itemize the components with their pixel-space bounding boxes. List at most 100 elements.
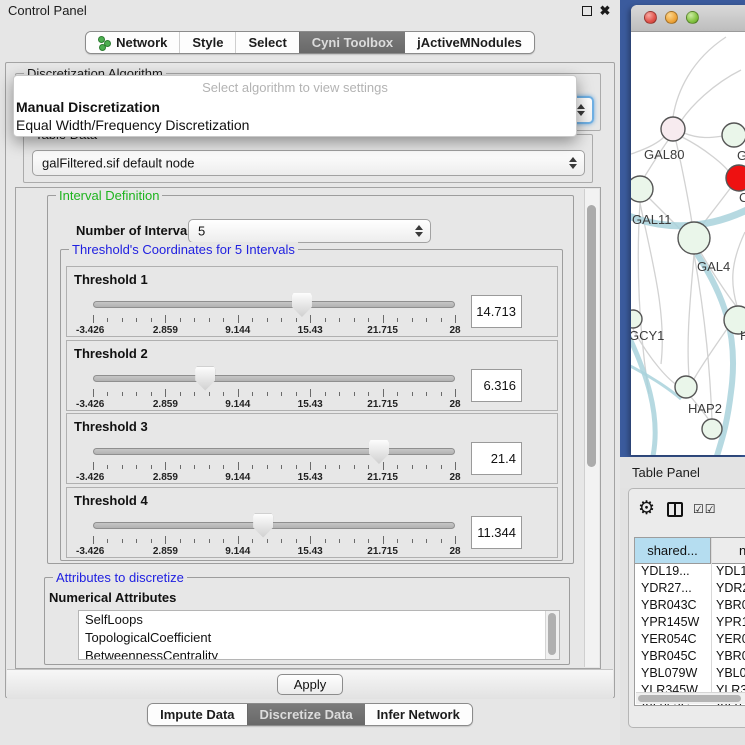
tab-infer-network[interactable]: Infer Network xyxy=(365,704,472,725)
cell-shared-name: YBR045C xyxy=(641,648,697,665)
tick xyxy=(252,318,253,322)
threshold-slider[interactable]: -3.4262.8599.14415.4321.71528 xyxy=(93,442,455,484)
tick xyxy=(93,315,94,323)
interval-definition-group: Interval Definition Number of Intervals … xyxy=(47,195,574,564)
panel-vertical-scrollbar[interactable] xyxy=(584,189,599,667)
tab-label: Network xyxy=(116,35,167,50)
column-header-shared-name[interactable]: shared... xyxy=(635,538,711,563)
scrollbar-thumb[interactable] xyxy=(587,205,596,467)
scrollbar-thumb[interactable] xyxy=(548,613,556,655)
scrollbar-thumb[interactable] xyxy=(638,695,741,702)
threshold-slider[interactable]: -3.4262.8599.14415.4321.71528 xyxy=(93,295,455,337)
network-node-label: GAL80 xyxy=(644,147,684,162)
tick xyxy=(368,392,369,396)
table-row[interactable]: YBR043CYBR0 xyxy=(635,597,745,614)
tick xyxy=(296,392,297,396)
scale-label: 2.859 xyxy=(153,546,178,557)
attributes-list-scrollbar[interactable] xyxy=(545,611,559,659)
tab-impute-data[interactable]: Impute Data xyxy=(148,704,246,725)
threshold-value-field[interactable]: 6.316 xyxy=(471,369,522,402)
close-window-button[interactable]: ✖ xyxy=(598,4,612,18)
slider-thumb[interactable] xyxy=(369,440,389,464)
algorithm-option-equal-width[interactable]: Equal Width/Frequency Discretization xyxy=(14,116,576,134)
threshold-slider[interactable]: -3.4262.8599.14415.4321.71528 xyxy=(93,369,455,411)
attributes-group: Attributes to discretize Numerical Attri… xyxy=(44,577,570,665)
tick xyxy=(267,465,268,469)
tick xyxy=(339,465,340,469)
column-header-name[interactable]: n xyxy=(712,538,745,563)
table-data-group: Table Data galFiltered.sif default node xyxy=(23,134,593,183)
network-node-label: HAP2 xyxy=(688,401,722,416)
network-node-c[interactable] xyxy=(726,165,745,191)
network-view-window: GAL80GCGAL11GAL4GCY1HHAP2 xyxy=(631,5,745,455)
tick xyxy=(107,539,108,543)
tick xyxy=(354,392,355,396)
scale-label: 28 xyxy=(449,546,460,557)
table-data-combobox[interactable]: galFiltered.sif default node xyxy=(32,150,585,176)
network-canvas[interactable]: GAL80GCGAL11GAL4GCY1HHAP2 xyxy=(631,32,745,455)
tick xyxy=(354,539,355,543)
float-window-button[interactable] xyxy=(580,4,594,18)
tab-jactivemnodules[interactable]: jActiveMNodules xyxy=(405,32,534,53)
attribute-item-topologicalcoefficient[interactable]: TopologicalCoefficient xyxy=(79,629,559,647)
select-columns-icon[interactable]: ☑☑ xyxy=(693,502,717,516)
tick xyxy=(107,465,108,469)
numerical-attributes-list[interactable]: SelfLoopsTopologicalCoefficientBetweenne… xyxy=(78,610,560,660)
tick xyxy=(209,539,210,543)
tab-style[interactable]: Style xyxy=(179,32,235,53)
attribute-item-betweennesscentrality[interactable]: BetweennessCentrality xyxy=(79,647,559,660)
slider-track xyxy=(93,301,455,308)
network-node[interactable] xyxy=(702,419,722,439)
table-row[interactable]: YER054CYER0 xyxy=(635,631,745,648)
column-layout-icon[interactable] xyxy=(667,502,683,517)
threshold-row-3: Threshold 3 -3.4262.8599.14415.4321.7152… xyxy=(66,413,558,484)
network-node-label: GCY1 xyxy=(631,328,664,343)
tab-cyni-toolbox[interactable]: Cyni Toolbox xyxy=(299,32,405,53)
network-window-titlebar xyxy=(631,5,745,32)
algorithm-option-manual[interactable]: Manual Discretization xyxy=(14,98,576,116)
control-panel-title: Control Panel xyxy=(8,3,87,18)
threshold-value-field[interactable]: 21.4 xyxy=(471,442,522,475)
network-node-label: GAL4 xyxy=(697,259,730,274)
tick xyxy=(223,539,224,543)
slider-thumb[interactable] xyxy=(253,514,273,538)
table-row[interactable]: YDL19...YDL1 xyxy=(635,563,745,580)
table-row[interactable]: YDR27...YDR2 xyxy=(635,580,745,597)
threshold-value-field[interactable]: 14.713 xyxy=(471,295,522,328)
attribute-item-selfloops[interactable]: SelfLoops xyxy=(79,611,559,629)
cell-shared-name: YPR145W xyxy=(641,614,699,631)
slider-thumb[interactable] xyxy=(292,293,312,317)
network-node-hap2[interactable] xyxy=(675,376,697,398)
tick xyxy=(281,392,282,396)
node-table[interactable]: shared... n YDL19...YDL1YDR27...YDR2YBR0… xyxy=(634,537,745,706)
tick xyxy=(122,465,123,469)
zoom-traffic-light-icon[interactable] xyxy=(686,11,699,24)
network-node-g[interactable] xyxy=(722,123,745,147)
tab-network[interactable]: Network xyxy=(86,32,179,53)
table-row[interactable]: YPR145WYPR1 xyxy=(635,614,745,631)
tab-select[interactable]: Select xyxy=(235,32,298,53)
tick xyxy=(310,389,311,397)
apply-button[interactable]: Apply xyxy=(277,674,343,695)
threshold-slider[interactable]: -3.4262.8599.14415.4321.71528 xyxy=(93,516,455,558)
tab-discretize-data[interactable]: Discretize Data xyxy=(247,704,365,725)
gear-icon[interactable]: ⚙ xyxy=(638,497,655,520)
slider-thumb[interactable] xyxy=(195,367,215,391)
scale-label: 21.715 xyxy=(367,325,398,336)
table-row[interactable]: YBR045CYBR0 xyxy=(635,648,745,665)
close-traffic-light-icon[interactable] xyxy=(644,11,657,24)
table-horizontal-scrollbar[interactable] xyxy=(636,692,745,704)
network-node-gcy1[interactable] xyxy=(631,310,642,328)
table-row[interactable]: YBL079WYBL0 xyxy=(635,665,745,682)
slider-ticks xyxy=(93,462,455,471)
control-panel-titlebar: Control Panel ✖ xyxy=(0,0,620,20)
network-node-gal11[interactable] xyxy=(631,176,653,202)
scale-label: 21.715 xyxy=(367,472,398,483)
network-node-gal80[interactable] xyxy=(661,117,685,141)
threshold-value-field[interactable]: 11.344 xyxy=(471,516,522,549)
network-node-gal4[interactable] xyxy=(678,222,710,254)
scale-label: -3.426 xyxy=(76,399,104,410)
tick xyxy=(441,465,442,469)
number-of-intervals-combobox[interactable]: 5 xyxy=(188,219,431,243)
minimize-traffic-light-icon[interactable] xyxy=(665,11,678,24)
